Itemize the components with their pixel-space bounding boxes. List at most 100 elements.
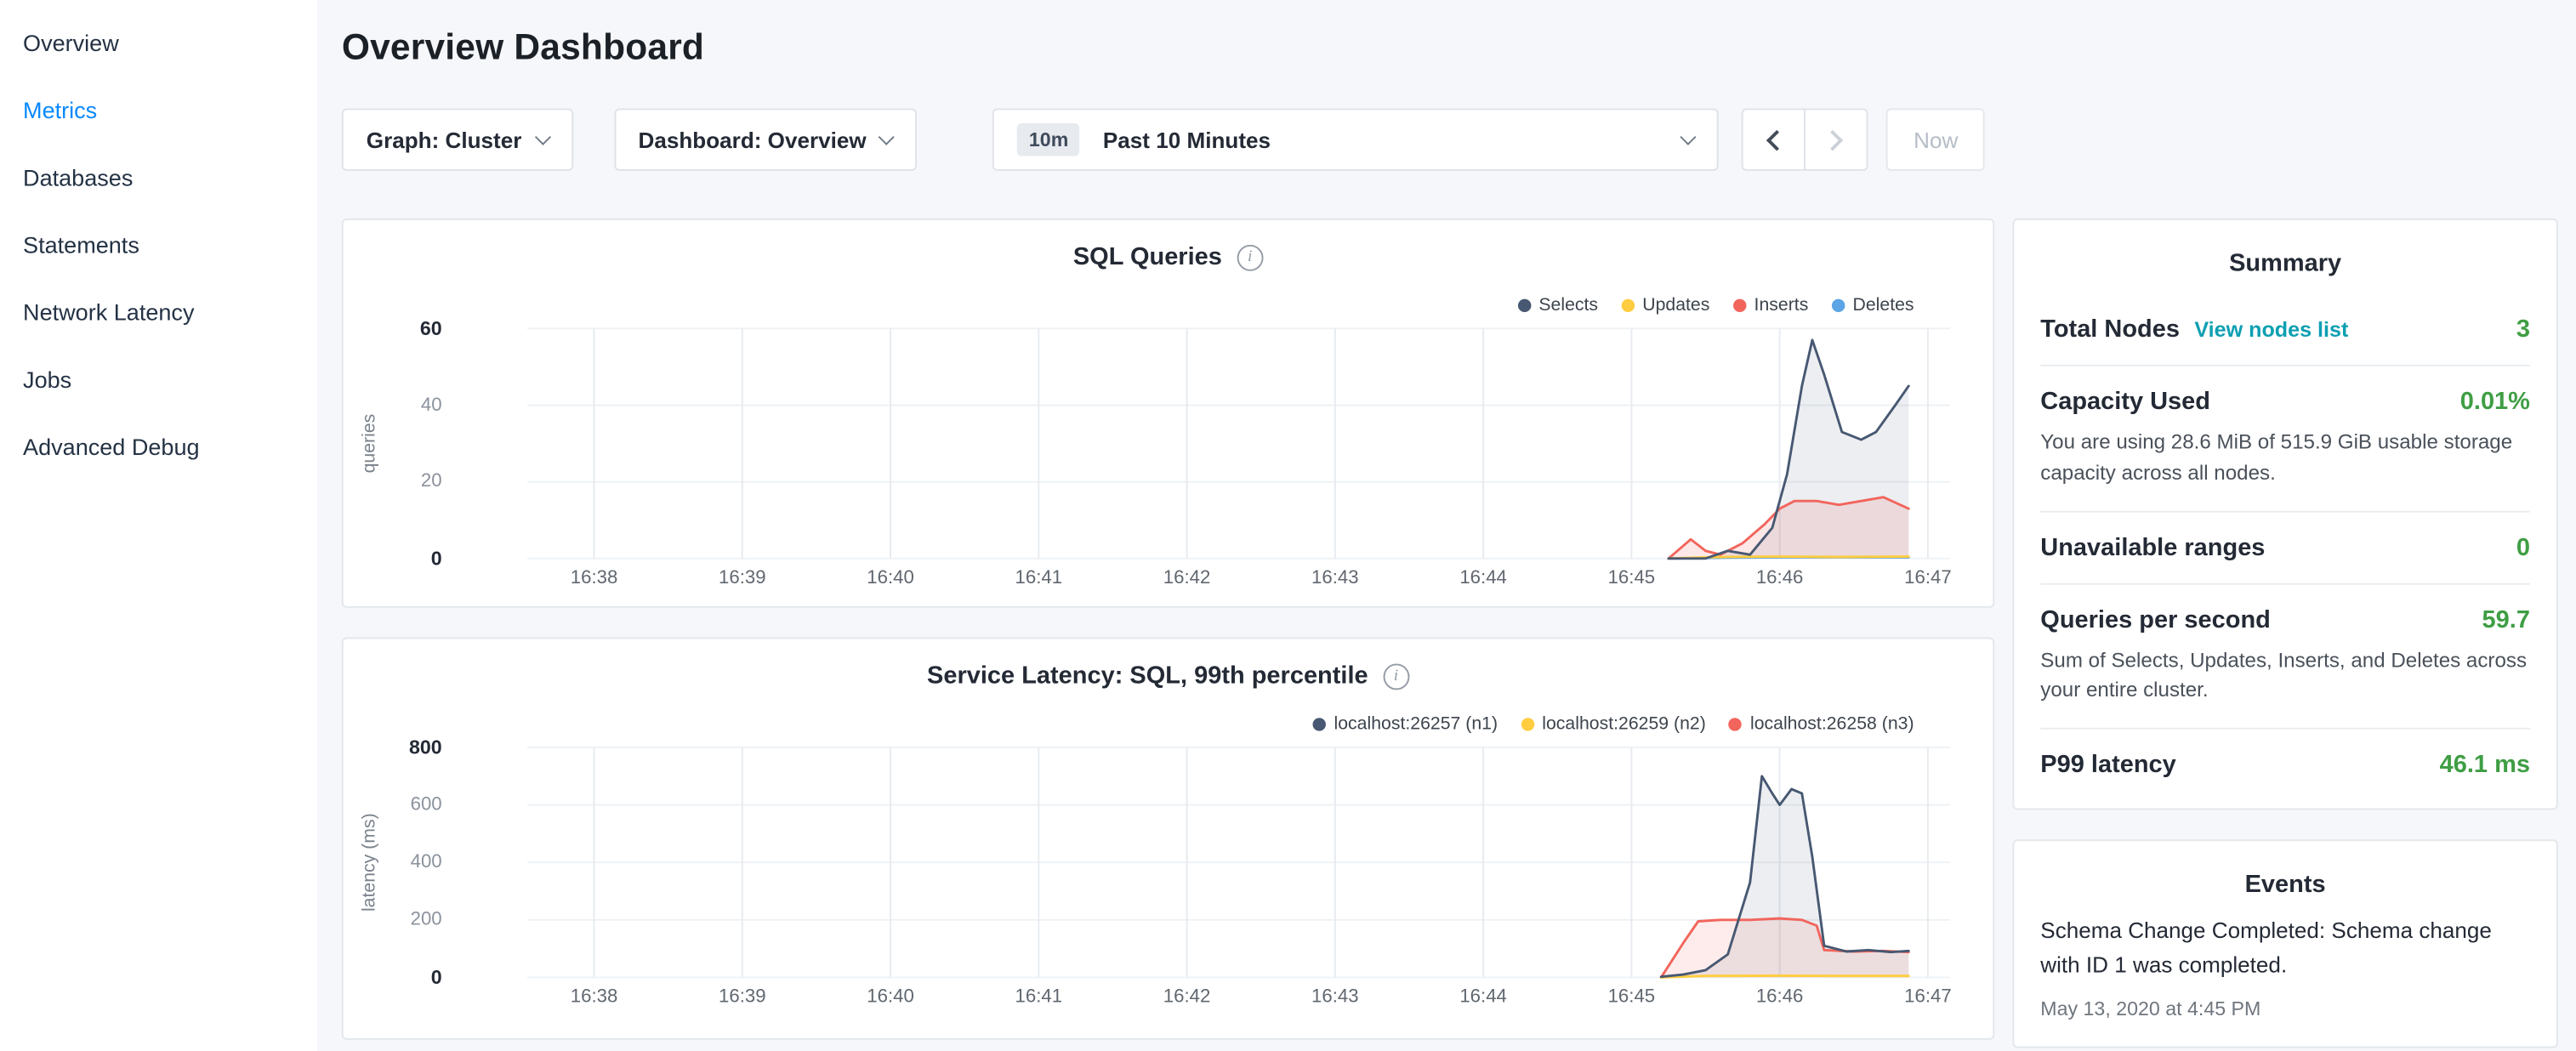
x-tick-label: 16:42 — [1163, 987, 1211, 1007]
view-nodes-list-link[interactable]: View nodes list — [2194, 317, 2348, 342]
dashboard-dropdown[interactable]: Dashboard: Overview — [614, 108, 918, 170]
sidebar-item-overview[interactable]: Overview — [0, 10, 317, 77]
chart-title-row: Service Latency: SQL, 99th percentile i — [344, 662, 1993, 690]
chevron-right-icon — [1823, 129, 1844, 151]
events-panel: Events Schema Change Completed: Schema c… — [2012, 839, 2557, 1048]
chart-legend: Selects Updates Inserts Deletes — [1517, 296, 1914, 315]
summary-row-total-nodes: Total Nodes View nodes list 3 — [2040, 294, 2530, 366]
info-icon[interactable]: i — [1237, 244, 1263, 270]
legend-dot-icon — [1521, 718, 1533, 730]
chevron-left-icon — [1767, 129, 1788, 151]
page-title: Overview Dashboard — [342, 26, 2558, 69]
time-prev-button[interactable] — [1742, 108, 1805, 170]
legend-item[interactable]: localhost:26259 (n2) — [1521, 714, 1706, 734]
unavailable-ranges-value: 0 — [2516, 533, 2530, 561]
info-icon[interactable]: i — [1383, 662, 1409, 689]
x-tick-label: 16:45 — [1608, 987, 1656, 1007]
legend-item[interactable]: Selects — [1517, 296, 1598, 315]
admin-console: Overview Metrics Databases Statements Ne… — [0, 0, 2576, 1051]
graph-scope-dropdown[interactable]: Graph: Cluster — [342, 108, 572, 170]
summary-row-qps: Queries per second 59.7 Sum of Selects, … — [2040, 584, 2530, 730]
y-tick-label: 800 — [409, 736, 442, 758]
legend-label: localhost:26258 (n3) — [1750, 714, 1914, 734]
y-axis-ticks: 0200400600800 — [344, 747, 442, 977]
legend-label: localhost:26257 (n1) — [1334, 714, 1498, 734]
y-tick-label: 200 — [411, 908, 442, 931]
event-list-item[interactable]: Schema Change Completed: Schema change w… — [2040, 915, 2530, 1020]
y-axis-ticks: 0204060 — [344, 328, 442, 558]
chart-legend: localhost:26257 (n1) localhost:26259 (n2)… — [1312, 714, 1914, 734]
total-nodes-label: Total Nodes — [2040, 315, 2180, 344]
summary-panel: Summary Total Nodes View nodes list 3 Ca… — [2012, 219, 2557, 810]
y-tick-label: 60 — [420, 317, 442, 340]
x-tick-label: 16:44 — [1459, 987, 1507, 1007]
sidebar-item-statements[interactable]: Statements — [0, 212, 317, 279]
event-text: Schema Change Completed: Schema change w… — [2040, 915, 2530, 984]
dashboard-body: SQL Queries i Selects Updates Inserts Delet… — [342, 219, 2558, 1048]
chart-plot-area[interactable] — [527, 747, 1950, 977]
y-tick-label: 40 — [421, 394, 442, 417]
qps-label: Queries per second — [2040, 605, 2271, 633]
legend-item[interactable]: Updates — [1621, 296, 1709, 315]
x-tick-label: 16:42 — [1163, 568, 1211, 588]
chart-sql-queries: SQL Queries i Selects Updates Inserts Delet… — [342, 219, 1994, 608]
legend-dot-icon — [1732, 299, 1745, 312]
qps-value: 59.7 — [2482, 605, 2530, 633]
unavailable-ranges-label: Unavailable ranges — [2040, 533, 2265, 561]
sidebar-item-advanced-debug[interactable]: Advanced Debug — [0, 414, 317, 481]
x-tick-label: 16:39 — [719, 568, 766, 588]
chevron-down-icon — [1680, 128, 1697, 145]
x-tick-label: 16:46 — [1756, 987, 1804, 1007]
chart-title: Service Latency: SQL, 99th percentile — [927, 662, 1368, 690]
y-tick-label: 600 — [411, 793, 442, 816]
x-tick-label: 16:38 — [571, 568, 618, 588]
x-tick-label: 16:43 — [1311, 987, 1359, 1007]
x-tick-label: 16:40 — [867, 568, 914, 588]
charts-column: SQL Queries i Selects Updates Inserts Delet… — [342, 219, 1994, 1040]
x-tick-label: 16:46 — [1756, 568, 1804, 588]
p99-latency-value: 46.1 ms — [2440, 751, 2530, 779]
x-tick-label: 16:40 — [867, 987, 914, 1007]
legend-item[interactable]: localhost:26257 (n1) — [1312, 714, 1498, 734]
qps-description: Sum of Selects, Updates, Inserts, and De… — [2040, 645, 2530, 706]
legend-dot-icon — [1831, 299, 1844, 312]
summary-row-p99-latency: P99 latency 46.1 ms — [2040, 730, 2530, 809]
legend-dot-icon — [1729, 718, 1742, 730]
x-tick-label: 16:41 — [1015, 568, 1063, 588]
x-tick-label: 16:45 — [1608, 568, 1656, 588]
time-range-badge: 10m — [1017, 123, 1079, 156]
sidebar-item-databases[interactable]: Databases — [0, 145, 317, 212]
legend-item[interactable]: localhost:26258 (n3) — [1729, 714, 1914, 734]
dashboard-label: Dashboard: Overview — [639, 128, 867, 152]
legend-dot-icon — [1621, 299, 1634, 312]
chart-service-latency: Service Latency: SQL, 99th percentile i … — [342, 638, 1994, 1040]
graph-scope-label: Graph: Cluster — [367, 128, 522, 152]
now-button[interactable]: Now — [1886, 108, 1985, 170]
legend-item[interactable]: Inserts — [1732, 296, 1808, 315]
y-tick-label: 20 — [421, 470, 442, 493]
summary-title: Summary — [2040, 220, 2530, 294]
chevron-down-icon — [879, 128, 895, 145]
main-content: Overview Dashboard Graph: Cluster Dashbo… — [317, 0, 2576, 1051]
legend-item[interactable]: Deletes — [1831, 296, 1914, 315]
chart-title-row: SQL Queries i — [344, 243, 1993, 271]
time-range-selector[interactable]: 10m Past 10 Minutes — [992, 108, 1719, 170]
x-axis-ticks: 16:38 16:39 16:40 16:41 16:42 16:43 16:44 16:45… — [527, 987, 1950, 1014]
chart-plot-area[interactable] — [527, 328, 1950, 558]
x-tick-label: 16:44 — [1459, 568, 1507, 588]
sidebar-item-metrics[interactable]: Metrics — [0, 77, 317, 145]
chart-title: SQL Queries — [1073, 243, 1222, 271]
capacity-used-value: 0.01% — [2460, 388, 2530, 416]
sidebar-item-jobs[interactable]: Jobs — [0, 347, 317, 414]
time-next-button[interactable] — [1805, 108, 1868, 170]
sidebar-item-network-latency[interactable]: Network Latency — [0, 279, 317, 346]
y-tick-label: 0 — [431, 966, 442, 989]
x-axis-ticks: 16:38 16:39 16:40 16:41 16:42 16:43 16:44 16:45… — [527, 568, 1950, 594]
summary-row-capacity: Capacity Used 0.01% You are using 28.6 M… — [2040, 366, 2530, 512]
x-tick-label: 16:47 — [1904, 987, 1952, 1007]
x-tick-label: 16:39 — [719, 987, 766, 1007]
x-tick-label: 16:43 — [1311, 568, 1359, 588]
capacity-used-description: You are using 28.6 MiB of 515.9 GiB usab… — [2040, 427, 2530, 488]
x-tick-label: 16:41 — [1015, 987, 1063, 1007]
x-tick-label: 16:38 — [571, 987, 618, 1007]
